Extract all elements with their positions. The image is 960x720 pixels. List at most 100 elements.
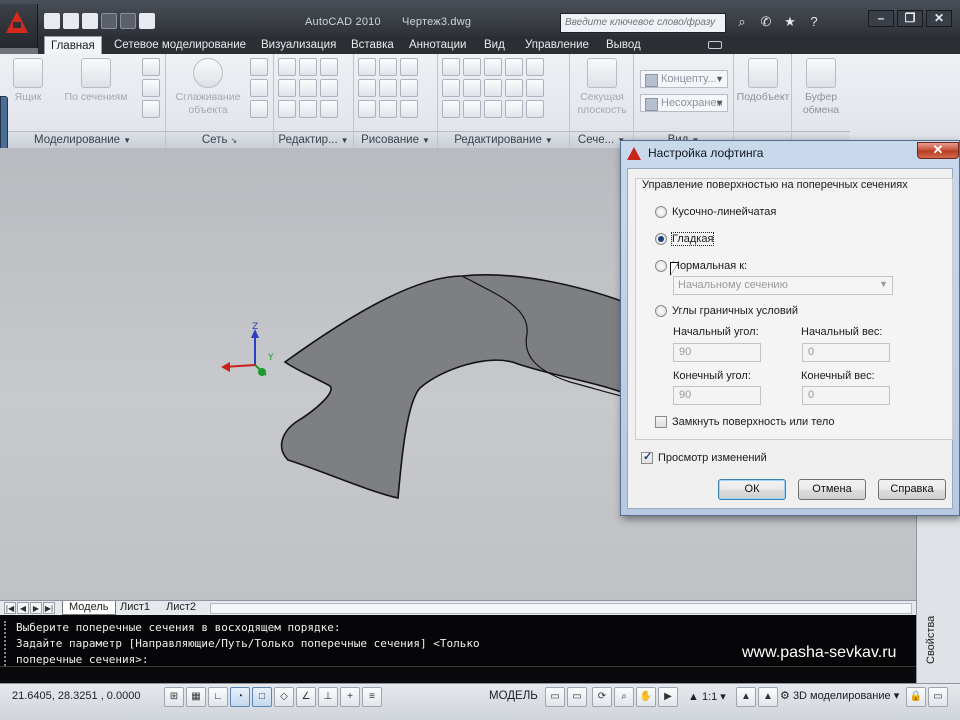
tab-home[interactable]: Главная (44, 36, 102, 55)
section-plane-button[interactable]: Секущая плоскость (574, 58, 630, 117)
clean-screen-icon[interactable]: ▭ (928, 687, 948, 707)
quick-view-layouts-icon[interactable]: ▭ (545, 687, 565, 707)
radio-smooth[interactable]: Гладкая (655, 232, 715, 246)
ortho-icon[interactable]: ∟ (208, 687, 228, 707)
array-icon[interactable] (442, 100, 460, 118)
line-icon[interactable] (400, 58, 418, 76)
3d-array-icon[interactable] (463, 79, 481, 97)
checkbox-box[interactable] (641, 450, 653, 464)
panel-caption[interactable]: Сеть ↘ (166, 131, 273, 148)
communication-center-icon[interactable]: ✆ (758, 14, 774, 30)
tab-layout2[interactable]: Лист2 (160, 601, 203, 615)
visual-style-dropdown[interactable]: Концепту... ▼ (640, 70, 728, 88)
radio-ruled[interactable]: Кусочно-линейчатая (655, 206, 776, 218)
separate-icon[interactable] (320, 100, 338, 118)
zoom-icon[interactable]: ⌕ (614, 687, 634, 707)
tab-model[interactable]: Модель (62, 601, 117, 615)
tab-layout1[interactable]: Лист1 (114, 601, 157, 615)
ellipse-icon[interactable] (400, 100, 418, 118)
clipboard-button[interactable]: Буфер обмена (794, 58, 848, 117)
rectangle-icon[interactable] (358, 79, 376, 97)
tab-output[interactable]: Вывод (600, 36, 647, 54)
otrack-icon[interactable]: ∠ (296, 687, 316, 707)
tab-annotate[interactable]: Аннотации (403, 36, 472, 54)
next-layout-icon[interactable]: ▶ (30, 602, 42, 614)
snap-icon[interactable]: ⊞ (164, 687, 184, 707)
explode-icon[interactable] (526, 100, 544, 118)
subtract-icon[interactable] (299, 58, 317, 76)
erase-icon[interactable] (526, 79, 544, 97)
smooth-object-button[interactable]: Сглаживание объекта (170, 58, 246, 117)
undo-icon[interactable] (101, 13, 117, 29)
osnap-icon[interactable]: □ (252, 687, 272, 707)
normal-to-dropdown[interactable]: Начальному сечению ▼ (673, 276, 893, 295)
dialog-title-bar[interactable]: Настройка лофтинга (621, 141, 959, 166)
binoculars-icon[interactable]: ⌕ (734, 14, 750, 30)
trim-icon[interactable] (526, 58, 544, 76)
polar-icon[interactable]: ◔ (230, 687, 250, 707)
minimize-icon[interactable]: – (868, 10, 894, 27)
panel-caption[interactable]: Моделирование ▼ (0, 131, 165, 148)
slice-icon[interactable] (299, 79, 317, 97)
ok-button[interactable]: ОК (718, 479, 786, 500)
copy-icon[interactable] (442, 79, 460, 97)
imprint-icon[interactable] (278, 100, 296, 118)
command-input[interactable] (0, 666, 916, 683)
model-space-label[interactable]: МОДЕЛЬ (489, 690, 538, 702)
restore-icon[interactable]: ❐ (897, 10, 923, 27)
steering-wheel-icon[interactable]: ⟳ (592, 687, 612, 707)
start-magnitude-field[interactable]: 0 (802, 343, 890, 362)
3d-osnap-icon[interactable]: ◇ (274, 687, 294, 707)
3d-move-icon[interactable] (463, 58, 481, 76)
tab-render[interactable]: Визуализация (255, 36, 342, 54)
loft-button[interactable]: По сечениям (60, 58, 132, 104)
saved-view-dropdown[interactable]: Несохранен ▼ (640, 94, 728, 112)
radio-circle[interactable] (655, 233, 667, 245)
application-menu-button[interactable] (0, 4, 38, 48)
region-icon[interactable] (379, 100, 397, 118)
offset-icon[interactable] (484, 100, 502, 118)
grid-icon[interactable]: ▦ (186, 687, 206, 707)
polygon-icon[interactable] (358, 100, 376, 118)
horizontal-scrollbar[interactable] (210, 603, 912, 614)
3d-rotate-icon[interactable] (484, 58, 502, 76)
mesh-crease-icon[interactable] (250, 100, 268, 118)
auto-scale-icon[interactable]: ▲ (758, 687, 778, 707)
scale-icon[interactable] (463, 100, 481, 118)
quick-view-drawings-icon[interactable]: ▭ (567, 687, 587, 707)
panel-caption[interactable]: Рисование ▼ (354, 131, 437, 148)
annotation-visibility-icon[interactable]: ▲ (736, 687, 756, 707)
pan-icon[interactable]: ✋ (636, 687, 656, 707)
radio-draft-angles[interactable]: Углы граничных условий (655, 305, 798, 317)
polyline-icon[interactable] (358, 58, 376, 76)
intersect-icon[interactable] (320, 58, 338, 76)
radio-normal-to[interactable]: Нормальная к: (655, 260, 747, 272)
dialog-close-button[interactable]: ✕ (917, 142, 959, 159)
thicken-icon[interactable] (320, 79, 338, 97)
dyn-icon[interactable]: + (340, 687, 360, 707)
new-file-icon[interactable] (44, 13, 60, 29)
open-file-icon[interactable] (63, 13, 79, 29)
redo-icon[interactable] (120, 13, 136, 29)
help-icon[interactable]: ? (806, 14, 822, 30)
extrude-icon[interactable] (142, 58, 160, 76)
properties-palette-tab[interactable]: Свойства (916, 600, 960, 683)
last-layout-icon[interactable]: ▶| (43, 602, 55, 614)
lock-icon[interactable]: 🔒 (906, 687, 926, 707)
cancel-button[interactable]: Отмена (798, 479, 866, 500)
search-input[interactable] (565, 17, 721, 28)
showmotion-icon[interactable]: ▶ (658, 687, 678, 707)
spline-icon[interactable] (379, 79, 397, 97)
annotation-scale[interactable]: ▲ 1:1 ▾ (688, 690, 726, 703)
favorites-star-icon[interactable]: ★ (782, 14, 798, 30)
end-magnitude-field[interactable]: 0 (802, 386, 890, 405)
mesh-convert-icon[interactable] (250, 58, 268, 76)
coordinate-readout[interactable]: 21.6405, 28.3251 , 0.0000 (12, 690, 140, 702)
move-icon[interactable] (442, 58, 460, 76)
help-button[interactable]: Справка (878, 479, 946, 500)
stretch-icon[interactable] (505, 100, 523, 118)
tab-manage[interactable]: Управление (519, 36, 595, 54)
workspace-switcher[interactable]: ⚙ 3D моделирование ▾ (780, 689, 899, 702)
lineweight-icon[interactable]: ≡ (362, 687, 382, 707)
box-button[interactable]: Ящик (8, 58, 48, 104)
